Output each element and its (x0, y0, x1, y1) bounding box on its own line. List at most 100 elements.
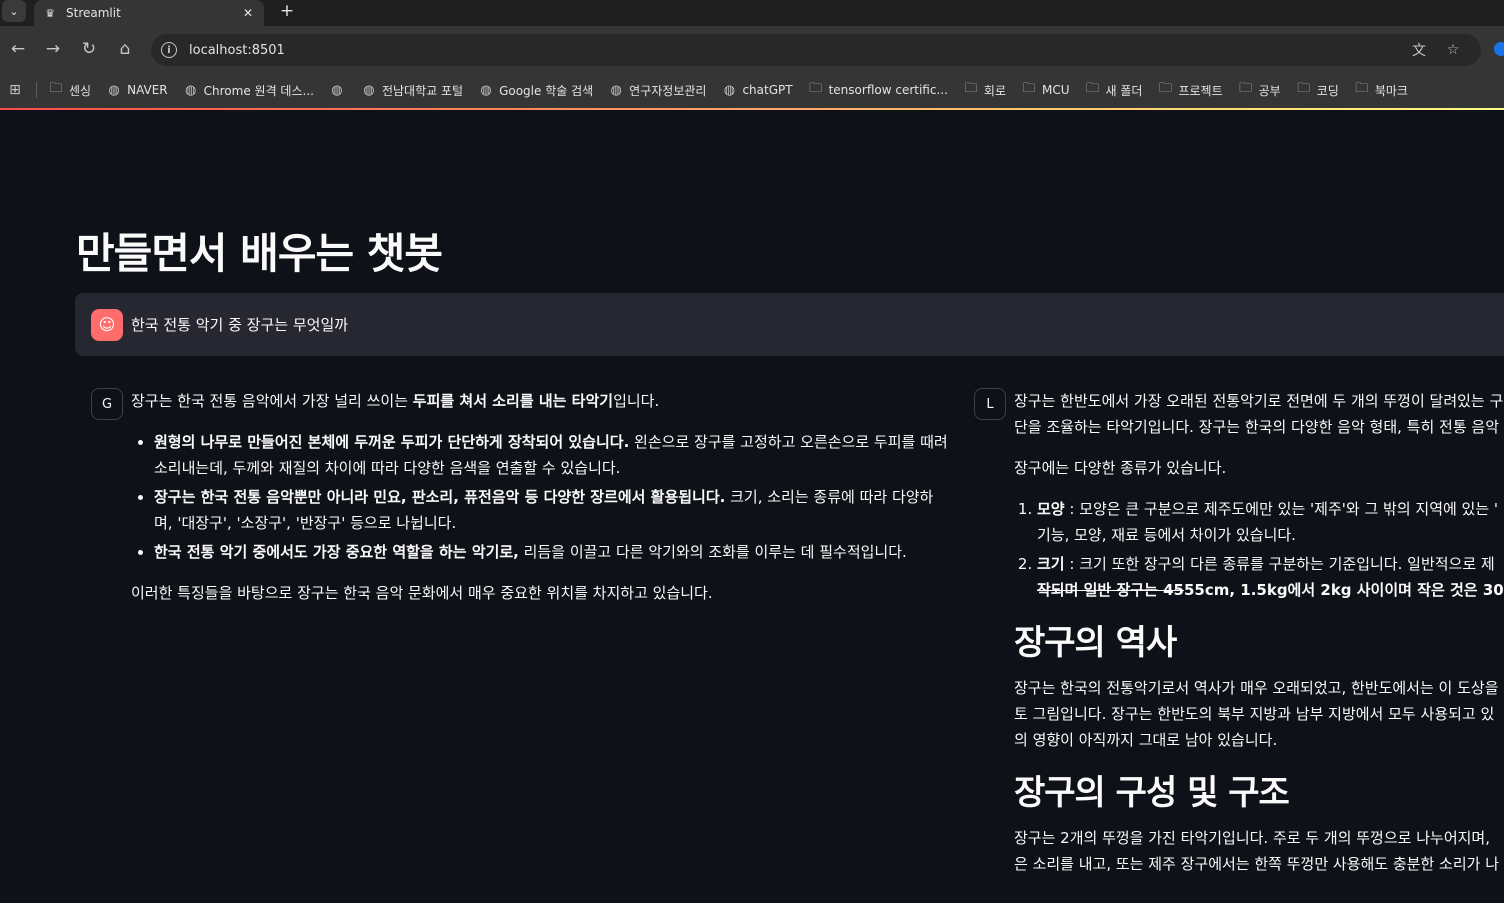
folder-icon: 🗀 (1355, 81, 1369, 96)
assistant-message-body: 장구는 한반도에서 가장 오래된 전통악기로 전면에 두 개의 뚜껑이 달려있는… (1014, 388, 1504, 892)
tab-strip: ⌄ ♛ Streamlit ✕ + (0, 0, 1504, 26)
globe-icon: ◍ (184, 82, 197, 98)
list-item-text: 55cm, 1.5kg에서 2kg 사이이며 작은 것은 30cm, 0.5 (1183, 581, 1504, 599)
bookmark-item[interactable]: ◍ (328, 82, 346, 98)
history-line: 장구는 한국의 전통악기로서 역사가 매우 오래되었고, 한반도에서는 이 도상… (1014, 679, 1499, 697)
bookmark-label: Google 학술 검색 (499, 83, 594, 98)
list-item-bold: 한국 전통 악기 중에서도 가장 중요한 역할을 하는 악기로, (154, 543, 519, 561)
folder-icon: 🗀 (1297, 81, 1311, 96)
folder-icon: 🗀 (1239, 81, 1253, 96)
structure-heading: 장구의 구성 및 구조 (1014, 773, 1290, 813)
list-item-bold: 크기 (1037, 555, 1065, 573)
intro-text: 장구는 한국 전통 음악에서 가장 널리 쓰이는 (131, 392, 413, 410)
forward-arrow-icon[interactable]: → (41, 37, 65, 61)
bookmark-label: MCU (1042, 83, 1070, 97)
folder-icon: 🗀 (49, 81, 63, 96)
folder-icon: 🗀 (809, 81, 823, 96)
close-icon[interactable]: ✕ (240, 5, 256, 21)
bookmark-item[interactable]: 🗀 프로젝트 (1156, 81, 1223, 99)
profile-avatar[interactable] (1494, 42, 1504, 56)
bookmark-label: chatGPT (742, 83, 793, 97)
bookmark-item[interactable]: 🗀 회로 (962, 81, 1006, 99)
bookmark-label: 프로젝트 (1178, 83, 1223, 98)
bookmark-item[interactable]: 🗀 새 폴더 (1084, 81, 1143, 99)
user-face-icon: ☺ (91, 308, 123, 341)
list-item-text: 기능, 모양, 재료 등에서 차이가 있습니다. (1037, 526, 1296, 544)
intro-end: 입니다. (613, 392, 660, 410)
conclusion-paragraph: 이러한 특징들을 바탕으로 장구는 한국 음악 문화에서 매우 중요한 위치를 … (131, 584, 713, 602)
tab-search-chevron-down-icon[interactable]: ⌄ (2, 0, 26, 22)
structure-paragraph: 장구는 2개의 뚜껑을 가진 타악기입니다. 주로 두 개의 뚜껑으로 나누어지… (1014, 825, 1504, 877)
bookmark-item[interactable]: 🗀 북마크 (1353, 81, 1408, 99)
apps-grid-icon[interactable]: ⊞ (6, 81, 24, 99)
back-arrow-icon[interactable]: ← (6, 37, 30, 61)
bookmark-label: 공부 (1258, 83, 1281, 98)
list-item: 크기 : 크기 또한 장구의 다른 종류를 구분하는 기준입니다. 일반적으로 … (1037, 551, 1504, 603)
user-message-text: 한국 전통 악기 중 장구는 무엇일까 (131, 316, 349, 334)
list-item-text: : 모양은 큰 구분으로 제주도에만 있는 '제주'와 그 밖의 지역에 있는 … (1064, 500, 1499, 518)
streamlit-crown-icon: ♛ (45, 6, 55, 20)
intro-line-1: 장구는 한반도에서 가장 오래된 전통악기로 전면에 두 개의 뚜껑이 달려있는… (1014, 392, 1504, 410)
list-item: 장구는 한국 전통 음악뿐만 아니라 민요, 판소리, 퓨전음악 등 다양한 장… (154, 484, 951, 536)
page-title: 만들면서 배우는 챗봇 (76, 229, 443, 278)
bookmark-item[interactable]: 🗀 공부 (1237, 81, 1281, 99)
folder-icon: 🗀 (1158, 81, 1172, 96)
bookmark-item[interactable]: 🗀 MCU (1020, 81, 1070, 98)
intro-paragraph: 장구는 한국 전통 음악에서 가장 널리 쓰이는 두피를 쳐서 소리를 내는 타… (131, 388, 951, 414)
list-item-bold: 원형의 나무로 만들어진 본체에 두꺼운 두피가 단단하게 장착되어 있습니다. (154, 433, 630, 451)
bookmark-item[interactable]: ◍ Google 학술 검색 (477, 82, 593, 99)
intro-line-2: 단을 조율하는 타악기입니다. 장구는 한국의 다양한 음악 형태, 특히 전통… (1014, 418, 1500, 436)
intro-paragraph: 장구는 한반도에서 가장 오래된 전통악기로 전면에 두 개의 뚜껑이 달려있는… (1014, 388, 1504, 440)
home-icon[interactable]: ⌂ (113, 37, 137, 61)
address-bar[interactable]: i localhost:8501 文 ☆ (151, 34, 1481, 66)
url-text[interactable]: localhost:8501 (189, 43, 285, 58)
bookmark-list: 🗀 센싱 ◍ NAVER ◍ Chrome 원격 데스... ◍ ◍ 전남대학교 포털 ◍ Goog… (47, 81, 1422, 99)
bookmark-label: 연구자정보관리 (629, 83, 707, 98)
intro-bold: 두피를 쳐서 소리를 내는 타악기 (412, 392, 614, 410)
bookmark-label: 전남대학교 포털 (381, 83, 464, 98)
strikethrough-text: 작되며 일반 장구는 45 (1037, 581, 1184, 599)
list-item: 한국 전통 악기 중에서도 가장 중요한 역할을 하는 악기로, 리듬을 이끌고… (154, 539, 951, 565)
browser-tab[interactable]: ♛ Streamlit ✕ (34, 0, 264, 26)
types-list: 모양 : 모양은 큰 구분으로 제주도에만 있는 '제주'와 그 밖의 지역에 … (1014, 496, 1504, 603)
bookmark-item[interactable]: ◍ chatGPT (720, 82, 793, 98)
history-paragraph: 장구는 한국의 전통악기로서 역사가 매우 오래되었고, 한반도에서는 이 도상… (1014, 675, 1504, 753)
bookmark-item[interactable]: ◍ Chrome 원격 데스... (182, 82, 314, 99)
feature-list: 원형의 나무로 만들어진 본체에 두꺼운 두피가 단단하게 장착되어 있습니다.… (131, 429, 951, 565)
bookmark-label: 새 폴더 (1105, 83, 1143, 98)
bookmark-label: 회로 (983, 83, 1006, 98)
folder-icon: 🗀 (1022, 81, 1036, 96)
reload-icon[interactable]: ↻ (77, 37, 101, 61)
bookmark-item[interactable]: 🗀 tensorflow certific... (807, 81, 948, 98)
bookmark-item[interactable]: 🗀 코딩 (1295, 81, 1339, 99)
translate-icon[interactable]: 文 (1409, 40, 1429, 60)
bookmark-item[interactable]: ◍ 전남대학교 포털 (360, 82, 463, 99)
globe-icon: ◍ (363, 82, 375, 98)
bookmark-label: 센싱 (69, 83, 92, 98)
list-item-bold: 모양 (1037, 500, 1065, 518)
structure-line: 은 소리를 내고, 또는 제주 장구에서는 한쪽 뚜껑만 사용해도 충분한 소리… (1014, 855, 1500, 873)
globe-icon: ◍ (480, 82, 492, 98)
history-line: 의 영향이 아직까지 그대로 남아 있습니다. (1014, 731, 1278, 749)
bookmarks-divider (36, 82, 37, 98)
list-item: 원형의 나무로 만들어진 본체에 두꺼운 두피가 단단하게 장착되어 있습니다.… (154, 429, 951, 481)
history-heading: 장구의 역사 (1014, 623, 1177, 663)
list-item-bold: 장구는 한국 전통 음악뿐만 아니라 민요, 판소리, 퓨전음악 등 다양한 장… (154, 488, 726, 506)
star-bookmark-icon[interactable]: ☆ (1443, 40, 1463, 60)
bookmark-item[interactable]: ◍ NAVER (105, 82, 168, 98)
history-line: 토 그림입니다. 장구는 한반도의 북부 지방과 남부 지방에서 모두 사용되고… (1014, 705, 1495, 723)
new-tab-plus-icon[interactable]: + (276, 0, 298, 22)
globe-icon: ◍ (331, 82, 343, 98)
bookmark-item[interactable]: 🗀 센싱 (47, 81, 92, 99)
bookmark-label: 북마크 (1374, 83, 1408, 98)
bookmark-item[interactable]: ◍ 연구자정보관리 (607, 82, 707, 99)
globe-icon: ◍ (610, 82, 622, 98)
bookmark-label: Chrome 원격 데스... (203, 83, 314, 98)
user-chat-message: ☺ 한국 전통 악기 중 장구는 무엇일까 (75, 293, 1504, 356)
streamlit-app: 만들면서 배우는 챗봇 ☺ 한국 전통 악기 중 장구는 무엇일까 G 장구는 … (0, 110, 1504, 903)
list-item-text: 리듬을 이끌고 다른 악기와의 조화를 이루는 데 필수적입니다. (518, 543, 907, 561)
globe-icon: ◍ (108, 82, 120, 98)
site-info-icon[interactable]: i (161, 42, 177, 58)
bookmarks-bar: ⊞ 🗀 센싱 ◍ NAVER ◍ Chrome 원격 데스... ◍ ◍ 전남대학교 포털 ◍ Go… (0, 72, 1504, 108)
bookmark-label: NAVER (127, 83, 168, 97)
